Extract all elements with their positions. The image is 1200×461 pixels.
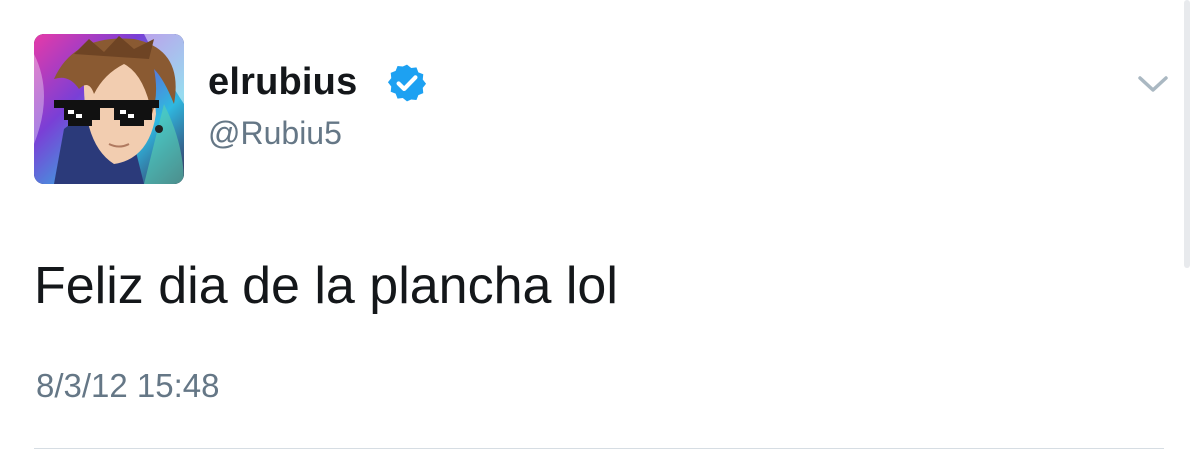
scrollbar[interactable] — [1184, 0, 1190, 268]
tweet-text: Feliz dia de la plancha lol — [34, 257, 618, 315]
verified-badge-icon — [387, 64, 427, 102]
tweet-card: elrubius @Rubiu5 Feliz dia de la plancha… — [0, 0, 1200, 461]
avatar-illustration — [34, 34, 184, 184]
tweet-timestamp[interactable]: 8/3/12 15:48 — [36, 364, 220, 408]
display-name[interactable]: elrubius — [208, 58, 357, 106]
chevron-down-icon[interactable] — [1136, 72, 1170, 96]
user-handle[interactable]: @Rubiu5 — [208, 112, 342, 154]
divider — [34, 448, 1164, 449]
avatar[interactable] — [34, 34, 184, 184]
